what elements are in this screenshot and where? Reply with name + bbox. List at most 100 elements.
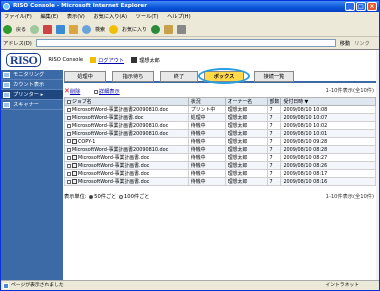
- ie-icon: [3, 3, 10, 10]
- table-row[interactable]: MicrosoftWord-事業計画書20090810.doc 待機中 理想太郎 7 2…: [64, 145, 376, 154]
- address-input[interactable]: [35, 39, 336, 47]
- sidebar-item-monitoring[interactable]: モニタリング: [1, 70, 63, 80]
- box-tab-highlight: [198, 68, 250, 84]
- row-checkbox[interactable]: [67, 107, 71, 112]
- printer-icon: [3, 92, 10, 98]
- table-row[interactable]: MicrosoftWord-事業計画書20090810.doc 待機中 理想太郎 7 2…: [64, 121, 376, 130]
- sidebar-item-printer[interactable]: プリンター ▸: [1, 90, 63, 100]
- word-file-icon: [72, 179, 77, 184]
- address-label: アドレス(D): [3, 40, 32, 47]
- back-label[interactable]: 戻る: [16, 26, 26, 33]
- col-status[interactable]: 状況: [187, 97, 226, 106]
- sidebar: モニタリング カウント表示 プリンター ▸ スキャナー: [1, 70, 63, 281]
- radio-100-label[interactable]: 100件ごと: [124, 194, 149, 200]
- select-all-checkbox[interactable]: [67, 99, 71, 104]
- row-checkbox[interactable]: [67, 131, 71, 136]
- back-icon[interactable]: [3, 25, 12, 34]
- table-row[interactable]: MicrosoftWord-事業計画書.doc 待機中 理想太郎 7 2009/08/1…: [64, 161, 376, 170]
- row-checkbox[interactable]: [67, 155, 71, 160]
- row-checkbox[interactable]: [67, 163, 71, 168]
- stop-icon[interactable]: [43, 25, 53, 34]
- table-row[interactable]: MicrosoftWord-事業計画書.doc 待機中 理想太郎 7 2009/08/1…: [64, 169, 376, 178]
- display-unit-label: 表示単位:: [64, 194, 87, 200]
- page-content: RISO RISO Console ログアウト 理想太郎 モニタリング カウント…: [1, 49, 379, 281]
- window-title: RISO Console - Microsoft Internet Explor…: [13, 3, 147, 9]
- table-row[interactable]: MicrosoftWord-事業計画書.doc 処理中 理想太郎 7 2009/08/1…: [64, 113, 376, 122]
- status-bar: ページが表示されました イントラネット: [1, 280, 379, 290]
- menu-help[interactable]: ヘルプ(H): [167, 14, 191, 20]
- favorites-icon[interactable]: [109, 25, 119, 34]
- menu-favorites[interactable]: お気に入り(A): [93, 14, 127, 20]
- browser-window: RISO Console - Microsoft Internet Explor…: [0, 0, 380, 291]
- row-checkbox[interactable]: [67, 123, 71, 128]
- console-title: RISO Console: [48, 57, 84, 63]
- col-received[interactable]: 受付日時 ▼: [280, 97, 376, 106]
- radio-50-label[interactable]: 50件ごと: [94, 194, 116, 200]
- forward-icon[interactable]: [30, 25, 40, 34]
- refresh-icon[interactable]: [56, 25, 66, 34]
- action-bar: ✕削除 詳細表示 1-10件表示(全10件): [64, 87, 376, 96]
- row-checkbox[interactable]: [67, 139, 71, 143]
- word-file-icon: [72, 171, 77, 176]
- menu-tools[interactable]: ツール(T): [136, 14, 159, 20]
- page-count: 1-10件表示(全10件): [325, 88, 374, 94]
- table-row[interactable]: COPY-1 待機中 理想太郎 7 2009/08/10 09:28: [64, 137, 376, 146]
- riso-logo: RISO: [6, 53, 42, 67]
- menu-bar: ファイル(F) 編集(E) 表示(V) お気に入り(A) ツール(T) ヘルプ(…: [1, 13, 379, 22]
- row-checkbox[interactable]: [67, 147, 71, 152]
- search-icon[interactable]: [82, 25, 92, 34]
- title-bar: RISO Console - Microsoft Internet Explor…: [1, 1, 379, 12]
- row-checkbox[interactable]: [67, 115, 71, 120]
- tab-processing[interactable]: 処理中: [64, 71, 106, 82]
- table-row[interactable]: MicrosoftWord-事業計画書.doc 待機中 理想太郎 7 2009/08/1…: [64, 153, 376, 162]
- col-jobname[interactable]: ジョブ名: [64, 97, 189, 106]
- close-button[interactable]: ×: [367, 2, 377, 11]
- monitor-icon: [3, 72, 10, 78]
- search-label[interactable]: 検索: [95, 26, 105, 33]
- delete-button[interactable]: ✕削除: [64, 87, 80, 95]
- menu-view[interactable]: 表示(V): [67, 14, 85, 20]
- home-icon[interactable]: [69, 25, 79, 34]
- count-icon: [3, 82, 10, 88]
- table-footer: 表示単位: 50件ごと 100件ごと 1-10件表示(全10件): [64, 193, 376, 202]
- sidebar-item-count[interactable]: カウント表示: [1, 80, 63, 90]
- table-row[interactable]: MicrosoftWord-事業計画書.doc 待機中 理想太郎 7 2009/08/1…: [64, 177, 376, 186]
- col-owner[interactable]: オーナー名: [224, 97, 268, 106]
- links-label[interactable]: リンク: [354, 40, 370, 47]
- maximize-button[interactable]: □: [356, 2, 366, 11]
- table-row[interactable]: MicrosoftWord-事業計画書20090810.doc 待機中 理想太郎 7 2…: [64, 129, 376, 138]
- row-checkbox[interactable]: [67, 179, 71, 184]
- tab-connections[interactable]: 接続一覧: [254, 71, 294, 82]
- app-header: RISO RISO Console ログアウト 理想太郎: [1, 50, 379, 70]
- user-icon: [131, 57, 138, 63]
- mail-icon[interactable]: [164, 25, 174, 34]
- col-copies[interactable]: 部数: [266, 97, 282, 106]
- job-table: ジョブ名 状況 オーナー名 部数 受付日時 ▼ MicrosoftWord-事業…: [64, 97, 376, 186]
- radio-50[interactable]: [89, 194, 94, 199]
- sidebar-item-scanner[interactable]: スキャナー: [1, 100, 63, 110]
- vertical-scrollbar[interactable]: [376, 50, 379, 281]
- tab-bar: 処理中 指示待ち 終了 ボックス 接続一覧: [64, 68, 376, 84]
- scanner-icon: [3, 102, 10, 108]
- copy-file-icon: [72, 138, 77, 144]
- detail-button[interactable]: 詳細表示: [93, 89, 120, 95]
- go-button[interactable]: 移動: [340, 40, 350, 47]
- tab-finished[interactable]: 終了: [160, 71, 198, 82]
- menu-edit[interactable]: 編集(E): [40, 14, 58, 20]
- minimize-button[interactable]: _: [345, 2, 355, 11]
- menu-file[interactable]: ファイル(F): [4, 14, 32, 20]
- logout-link[interactable]: ログアウト: [90, 57, 124, 64]
- tab-waiting[interactable]: 指示待ち: [112, 71, 154, 82]
- toolbar: 戻る 検索 お気に入り: [1, 23, 379, 37]
- word-file-icon: [72, 163, 77, 168]
- table-row[interactable]: MicrosoftWord-事業計画書20090810.doc プリント中 理想太郎…: [64, 105, 376, 114]
- page-count-bottom: 1-10件表示(全10件): [325, 194, 374, 200]
- user-name: 理想太郎: [131, 57, 160, 64]
- radio-100[interactable]: [118, 194, 123, 199]
- row-checkbox[interactable]: [67, 171, 71, 176]
- page-icon: [3, 283, 9, 289]
- favorites-label[interactable]: お気に入り: [122, 26, 147, 33]
- status-text: ページが表示されました: [11, 283, 64, 288]
- print-icon[interactable]: [177, 25, 187, 34]
- history-icon[interactable]: [151, 25, 161, 34]
